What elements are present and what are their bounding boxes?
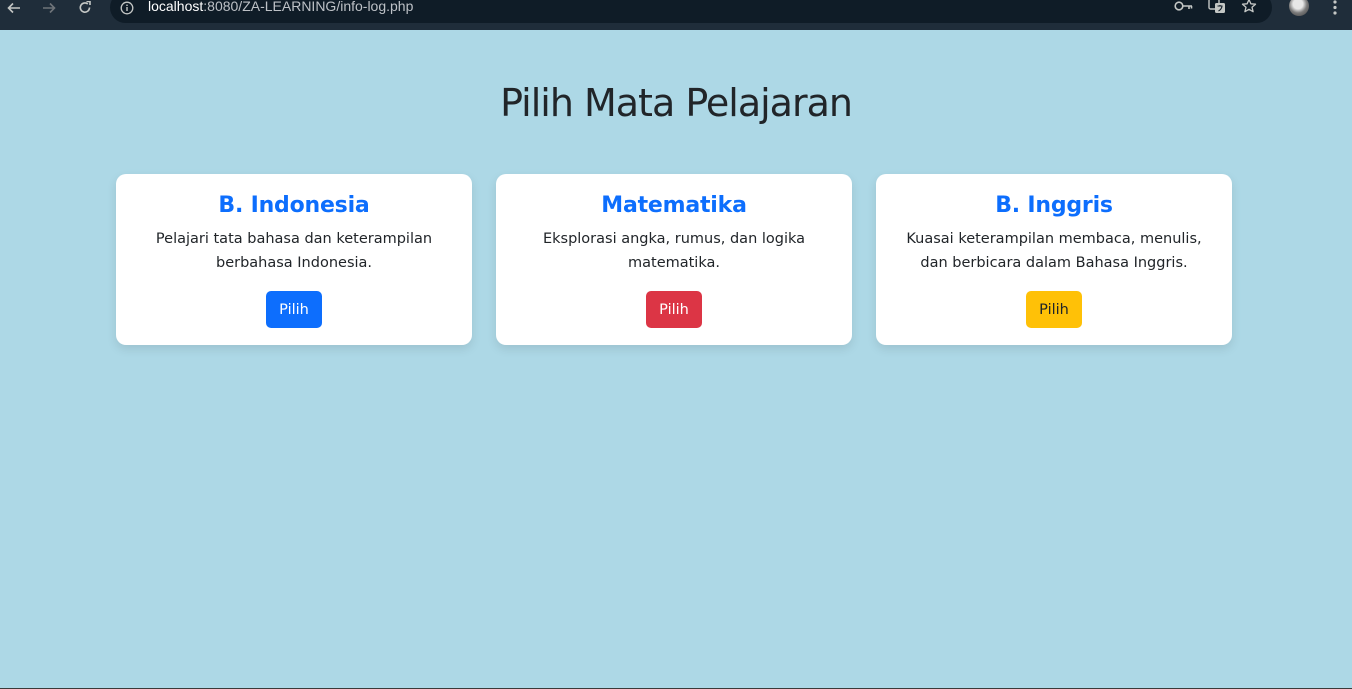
page-title: Pilih Mata Pelajaran (500, 81, 853, 125)
card-title: Matematika (601, 193, 747, 218)
menu-dots-icon[interactable] (1328, 0, 1342, 16)
reload-icon[interactable] (73, 0, 97, 16)
url-text[interactable]: localhost:8080/ZA-LEARNING/info-log.php (148, 0, 413, 14)
forward-arrow-icon[interactable] (37, 0, 61, 16)
translate-icon[interactable] (1207, 0, 1227, 14)
key-icon[interactable] (1174, 0, 1194, 14)
star-icon[interactable] (1239, 0, 1259, 14)
url-host: localhost (148, 0, 204, 14)
avatar[interactable] (1289, 0, 1309, 16)
info-icon[interactable] (120, 0, 134, 15)
card-description: Kuasai keterampilan membaca, menulis, da… (906, 231, 1202, 271)
subject-card-matematika: Matematika Eksplorasi angka, rumus, dan … (496, 174, 852, 345)
browser-toolbar: localhost:8080/ZA-LEARNING/info-log.php (0, 0, 1352, 30)
card-title: B. Inggris (995, 193, 1113, 218)
back-arrow-icon[interactable] (2, 0, 26, 16)
choose-button[interactable]: Pilih (266, 291, 322, 328)
address-bar[interactable]: localhost:8080/ZA-LEARNING/info-log.php (110, 0, 1272, 23)
choose-button[interactable]: Pilih (646, 291, 702, 328)
card-description: Pelajari tata bahasa dan keterampilan be… (155, 231, 433, 271)
choose-button[interactable]: Pilih (1026, 291, 1082, 328)
url-path: :8080/ZA-LEARNING/info-log.php (203, 0, 414, 14)
subject-card-indonesia: B. Indonesia Pelajari tata bahasa dan ke… (116, 174, 472, 345)
card-description: Eksplorasi angka, rumus, dan logika mate… (542, 231, 806, 271)
card-title: B. Indonesia (218, 193, 370, 218)
subject-card-inggris: B. Inggris Kuasai keterampilan membaca, … (876, 174, 1232, 345)
